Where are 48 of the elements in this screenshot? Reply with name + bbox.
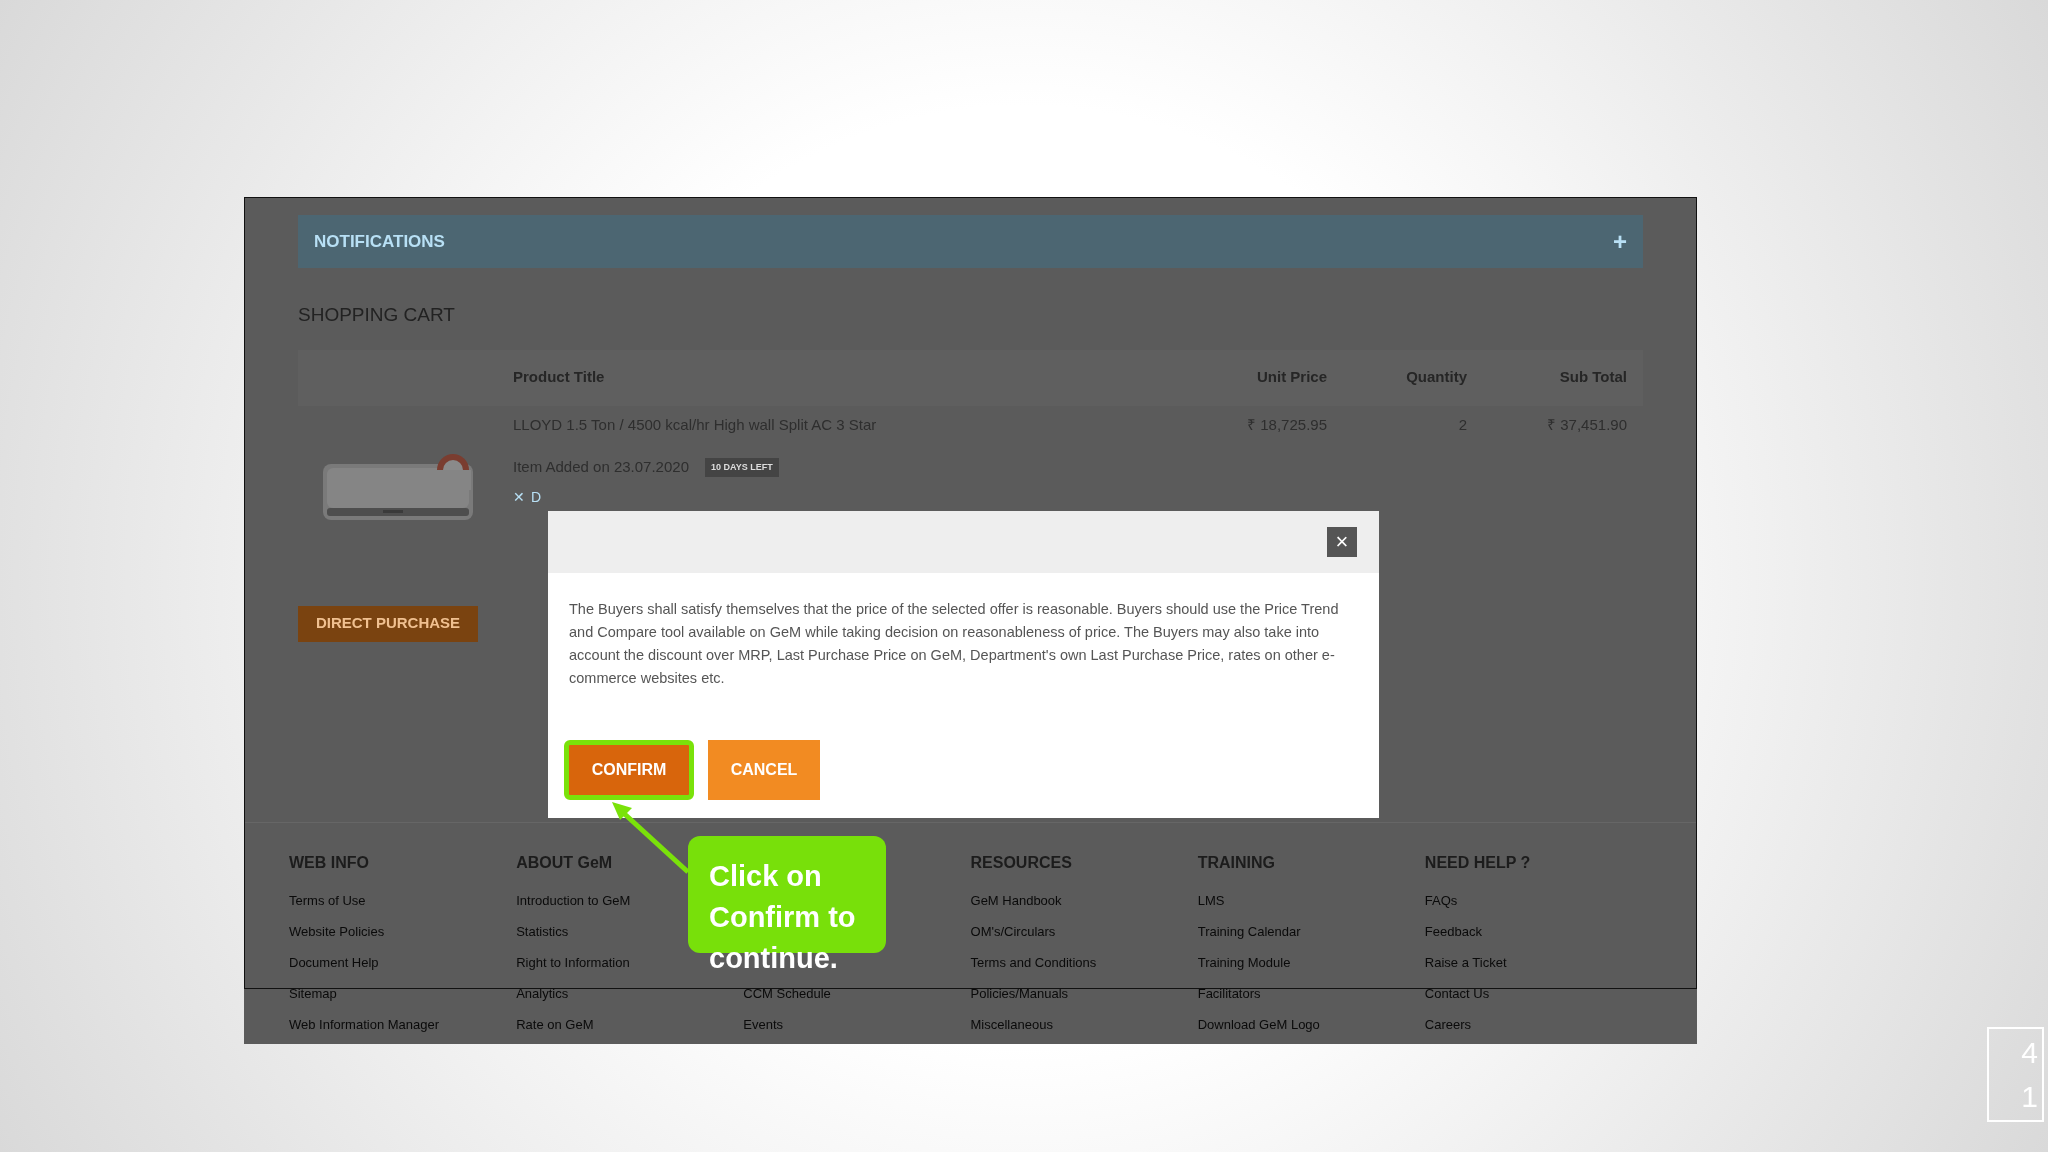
footer-link[interactable]: Sitemap — [289, 978, 337, 1009]
direct-purchase-button[interactable]: DIRECT PURCHASE — [298, 605, 478, 642]
expand-toggle[interactable]: + — [1613, 223, 1627, 260]
footer-link[interactable]: Terms of Use — [289, 885, 366, 916]
footer-link[interactable]: CCM Schedule — [743, 978, 831, 1009]
footer-link[interactable]: Terms and Conditions — [970, 947, 1097, 978]
footer-heading: TRAINING — [1197, 853, 1275, 873]
footer-heading: RESOURCES — [970, 853, 1072, 873]
footer-link[interactable]: Introduction to GeM — [516, 885, 631, 916]
remove-icon[interactable]: ✕ — [513, 486, 525, 508]
footer-link[interactable]: Raise a Ticket — [1424, 947, 1507, 978]
footer-link[interactable]: Training Calendar — [1197, 916, 1301, 947]
footer-link[interactable]: Web Information Manager — [289, 1009, 440, 1040]
footer-link[interactable]: Contact Us — [1424, 978, 1490, 1009]
column-header: Quantity — [1405, 367, 1467, 388]
footer-link[interactable]: Website Policies — [289, 916, 385, 947]
footer-link[interactable]: LMS — [1197, 885, 1225, 916]
footer-link[interactable]: Statistics — [516, 916, 569, 947]
footer-link[interactable]: GeM Handbook — [970, 885, 1062, 916]
column-header: Unit Price — [1255, 367, 1327, 388]
footer-link[interactable]: Feedback — [1424, 916, 1482, 947]
footer-link[interactable]: Download GeM Logo — [1197, 1009, 1320, 1040]
footer-heading: NEED HELP ? — [1424, 853, 1531, 873]
modal-message: The Buyers shall satisfy themselves that the price of the selected offer is reasonable. Buyers should use the Price Trend and Compare tool available on GeM while taking decision on reasonableness of price. The Buyers may also take into account the discount over MRP, Last Purchase Price on GeM, Department's own Last Purchase Price, rates on other e-commerce websites etc. — [568, 600, 1340, 688]
cancel-button[interactable]: CANCEL — [708, 740, 820, 800]
footer-link[interactable]: Miscellaneous — [970, 1009, 1053, 1040]
notifications-title: NOTIFICATIONS — [314, 230, 445, 253]
footer-link[interactable]: FAQs — [1424, 885, 1458, 916]
footer-link[interactable]: Facilitators — [1197, 978, 1261, 1009]
days-left-badge: 10 DAYS LEFT — [705, 457, 779, 477]
confirm-button[interactable]: CONFIRM — [564, 740, 694, 800]
notifications-bar[interactable]: NOTIFICATIONS + — [298, 215, 1643, 268]
footer-link[interactable]: Careers — [1424, 1009, 1472, 1040]
footer-link[interactable]: Right to Information — [516, 947, 630, 978]
column-header: Sub Total — [1558, 367, 1627, 388]
footer-link[interactable]: Training Module — [1197, 947, 1291, 978]
footer-link[interactable]: OM's/Circulars — [970, 916, 1056, 947]
column-header: Product Title — [513, 367, 606, 388]
footer-heading: ABOUT GeM — [516, 853, 613, 873]
cart-title: SHOPPING CART — [298, 303, 456, 327]
footer-link[interactable]: Document Help — [289, 947, 379, 978]
footer-link[interactable]: Rate on GeM — [516, 1009, 594, 1040]
footer-link[interactable]: Events — [743, 1009, 784, 1040]
footer-link[interactable]: Analytics — [516, 978, 569, 1009]
footer-heading: WEB INFO — [289, 853, 369, 873]
footer-link[interactable]: Policies/Manuals — [970, 978, 1069, 1009]
remove-link[interactable]: D — [531, 486, 542, 508]
close-button[interactable]: × — [1327, 527, 1357, 557]
